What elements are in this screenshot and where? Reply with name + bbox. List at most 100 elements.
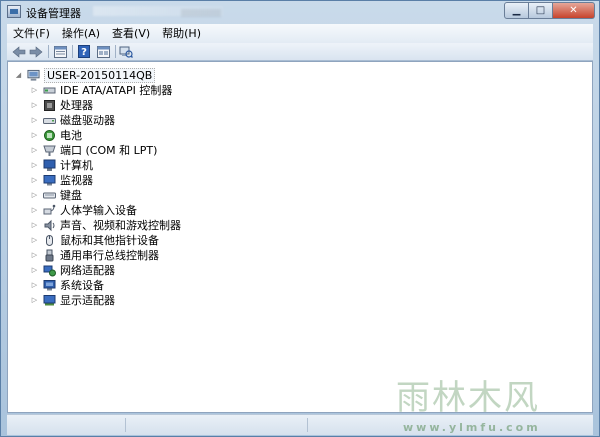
expand-icon[interactable]: ▷	[31, 158, 38, 172]
svg-text:?: ?	[81, 47, 87, 58]
menu-file[interactable]: 文件(F)	[7, 24, 56, 43]
close-button[interactable]: ✕	[553, 2, 595, 19]
tree-item-processor[interactable]: ▷ 处理器	[31, 98, 93, 112]
help-icon: ?	[78, 45, 90, 58]
menu-view[interactable]: 查看(V)	[106, 24, 156, 43]
menu-action[interactable]: 操作(A)	[56, 24, 106, 43]
mouse-icon	[43, 234, 56, 247]
watermark-logo: 雨林木风	[396, 378, 540, 418]
tree-item-label: 键盘	[60, 189, 82, 202]
tree-item-disk[interactable]: ▷ 磁盘驱动器	[31, 113, 115, 127]
tree-item-battery[interactable]: ▷ 电池	[31, 128, 82, 142]
tree-item-keyboard[interactable]: ▷ 键盘	[31, 188, 82, 202]
scan-hardware-button[interactable]	[118, 44, 134, 59]
expand-icon[interactable]: ▷	[31, 143, 38, 157]
expand-icon[interactable]: ▷	[31, 263, 38, 277]
close-icon: ✕	[569, 5, 578, 16]
tree-item-ide[interactable]: ▷ IDE ATA/ATAPI 控制器	[31, 83, 173, 97]
tree-item-label: 人体学输入设备	[60, 204, 137, 217]
tree-item-usb[interactable]: ▷ 通用串行总线控制器	[31, 248, 159, 262]
collapse-icon[interactable]: ◢	[15, 68, 22, 82]
expand-icon[interactable]: ▷	[31, 233, 38, 247]
tree-item-label: 系统设备	[60, 279, 104, 292]
view-button[interactable]	[95, 44, 111, 59]
toolbar-separator	[48, 45, 49, 58]
computer-name: USER-20150114QB	[44, 67, 156, 83]
title-blur-area-2	[181, 9, 221, 17]
network-adapter-icon	[43, 264, 56, 277]
tree-item-label: 处理器	[60, 99, 93, 112]
status-divider	[125, 418, 126, 432]
disk-drive-icon	[43, 114, 56, 127]
minimize-button[interactable]: ▁	[504, 2, 529, 19]
tree-item-label: IDE ATA/ATAPI 控制器	[60, 84, 173, 97]
tree-item-port[interactable]: ▷ 端口 (COM 和 LPT)	[31, 143, 158, 157]
expand-icon[interactable]: ▷	[31, 278, 38, 292]
computer-root-icon	[27, 69, 40, 82]
back-button[interactable]	[11, 44, 27, 59]
toolbar-separator	[115, 45, 116, 58]
back-icon	[12, 45, 26, 58]
scan-hardware-icon	[119, 46, 133, 58]
tree-item-mouse[interactable]: ▷ 鼠标和其他指针设备	[31, 233, 159, 247]
toolbar: ?	[7, 43, 593, 61]
tree-item-label: 显示适配器	[60, 294, 115, 307]
keyboard-icon	[43, 189, 56, 202]
tree-item-hid[interactable]: ▷ 人体学输入设备	[31, 203, 137, 217]
port-icon	[43, 144, 56, 157]
window-title: 设备管理器	[26, 7, 81, 20]
expand-icon[interactable]: ▷	[31, 293, 38, 307]
tree-item-label: 鼠标和其他指针设备	[60, 234, 159, 247]
tree-item-sound[interactable]: ▷ 声音、视频和游戏控制器	[31, 218, 181, 232]
watermark-url: www.ylmfu.com	[403, 421, 541, 434]
properties-button[interactable]	[52, 44, 68, 59]
properties-icon	[53, 45, 67, 58]
expand-icon[interactable]: ▷	[31, 128, 38, 142]
battery-icon	[43, 129, 56, 142]
device-tree: ◢ USER-20150114QB ▷ IDE ATA/ATAPI 控制器 ▷ …	[8, 62, 592, 412]
tree-item-label: 声音、视频和游戏控制器	[60, 219, 181, 232]
maximize-icon: □	[535, 5, 546, 16]
computer-icon	[43, 159, 56, 172]
title-bar[interactable]: 设备管理器 ▁ □ ✕	[1, 1, 599, 23]
tree-item-display[interactable]: ▷ 显示适配器	[31, 293, 115, 307]
expand-icon[interactable]: ▷	[31, 248, 38, 262]
status-divider	[307, 418, 308, 432]
toolbar-separator	[72, 45, 73, 58]
processor-icon	[43, 99, 56, 112]
tree-item-computer[interactable]: ▷ 计算机	[31, 158, 93, 172]
expand-icon[interactable]: ▷	[31, 98, 38, 112]
hid-icon	[43, 204, 56, 217]
tree-item-label: 网络适配器	[60, 264, 115, 277]
view-icon	[96, 45, 110, 58]
expand-icon[interactable]: ▷	[31, 83, 38, 97]
menu-help[interactable]: 帮助(H)	[156, 24, 207, 43]
tree-item-system[interactable]: ▷ 系统设备	[31, 278, 104, 292]
ide-controller-icon	[43, 84, 56, 97]
tree-root[interactable]: ◢ USER-20150114QB	[15, 67, 156, 83]
tree-item-label: 监视器	[60, 174, 93, 187]
monitor-icon	[43, 174, 56, 187]
caption-buttons: ▁ □ ✕	[504, 2, 595, 20]
maximize-button[interactable]: □	[529, 2, 553, 19]
expand-icon[interactable]: ▷	[31, 173, 38, 187]
expand-icon[interactable]: ▷	[31, 203, 38, 217]
expand-icon[interactable]: ▷	[31, 113, 38, 127]
tree-item-label: 计算机	[60, 159, 93, 172]
expand-icon[interactable]: ▷	[31, 218, 38, 232]
tree-item-label: 磁盘驱动器	[60, 114, 115, 127]
minimize-icon: ▁	[512, 5, 521, 16]
tree-item-network[interactable]: ▷ 网络适配器	[31, 263, 115, 277]
tree-item-label: 通用串行总线控制器	[60, 249, 159, 262]
menu-bar: 文件(F) 操作(A) 查看(V) 帮助(H)	[7, 24, 593, 43]
forward-button[interactable]	[28, 44, 44, 59]
usb-icon	[43, 249, 56, 262]
device-manager-window: 设备管理器 ▁ □ ✕ 文件(F) 操作(A) 查看(V) 帮助(H) ? ◢ …	[0, 0, 600, 437]
help-button[interactable]: ?	[76, 44, 92, 59]
device-tree-pane: ◢ USER-20150114QB ▷ IDE ATA/ATAPI 控制器 ▷ …	[7, 61, 593, 413]
display-adapter-icon	[43, 294, 56, 307]
forward-icon	[29, 45, 43, 58]
tree-item-label: 端口 (COM 和 LPT)	[60, 144, 158, 157]
expand-icon[interactable]: ▷	[31, 188, 38, 202]
tree-item-monitor[interactable]: ▷ 监视器	[31, 173, 93, 187]
